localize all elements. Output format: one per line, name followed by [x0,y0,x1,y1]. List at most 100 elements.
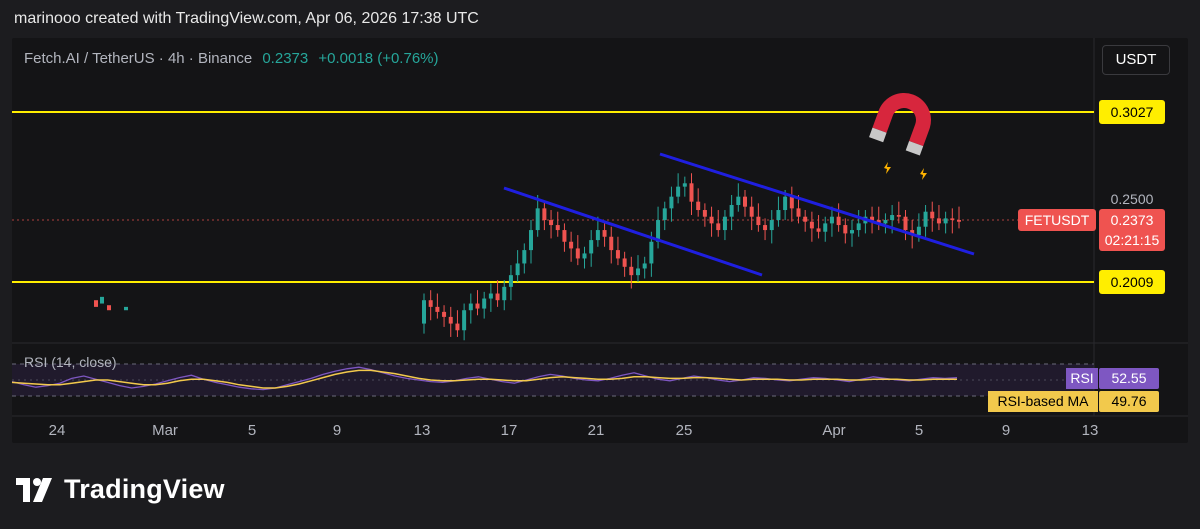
candle [709,216,714,224]
candle [829,216,834,224]
candle [883,220,888,224]
svg-text:RSI: RSI [1070,370,1093,386]
x-tick-label: 5 [248,422,256,439]
tradingview-footer: TradingView [16,474,225,505]
candle [549,220,554,226]
label-upper-level: 0.3027 [1099,100,1165,124]
candle [495,293,500,301]
x-axis: 24 Mar 5 9 13 17 21 25 Apr 5 9 13 [49,422,1099,439]
candle [615,250,620,259]
candle [468,303,473,311]
svg-text:FETUSDT: FETUSDT [1025,212,1090,228]
svg-text:0.3027: 0.3027 [1111,104,1154,120]
rsi-ma-value-label: RSI-based MA 49.76 [988,391,1159,412]
candle [602,230,607,237]
candle [896,215,901,217]
tradingview-logo-icon [16,477,52,502]
x-tick-label: 21 [588,422,605,439]
candle [903,216,908,231]
candle [803,216,808,222]
candle [689,183,694,202]
svg-text:52.55: 52.55 [1111,370,1146,386]
candle [94,300,98,307]
x-tick-label: 25 [676,422,693,439]
candle [455,323,460,331]
candle [515,263,520,276]
candle [809,221,814,229]
candle [743,196,747,207]
candle [428,300,433,307]
candle [609,236,614,251]
candle [722,216,727,231]
candle [850,230,854,234]
candle [696,201,701,211]
x-tick-label: 24 [49,422,66,439]
candle [936,218,941,224]
candle [448,316,453,324]
x-tick-label: 9 [1002,422,1010,439]
candle [582,253,587,259]
candle [629,266,634,276]
candle [562,230,567,242]
candle [435,306,440,312]
candle [669,196,674,209]
svg-text:0.2373: 0.2373 [1111,212,1154,228]
symbol-name: Fetch.AI / TetherUS · 4h · Binance [24,50,253,67]
candle [916,226,921,236]
candle [422,300,426,324]
candle [816,228,821,232]
symbol-legend: Fetch.AI / TetherUS · 4h · Binance 0.237… [24,50,439,67]
candle [930,211,935,219]
candles-group [94,173,961,341]
candle [729,205,734,217]
candle [950,218,955,221]
x-tick-label: 17 [501,422,518,439]
rsi-value-label: RSI 52.55 [1066,368,1159,389]
candle [535,208,540,231]
candle [796,208,801,217]
candle [462,310,467,331]
currency-button[interactable]: USDT [1102,45,1170,75]
label-ticker: FETUSDT [1018,209,1096,231]
candle [763,225,768,231]
candle [569,241,574,249]
candle [957,220,961,222]
candle [502,286,507,301]
x-tick-label: 13 [414,422,431,439]
svg-text:02:21:15: 02:21:15 [1105,232,1160,248]
candle [823,223,828,232]
candle [843,225,848,234]
candle [662,208,667,221]
tick-label-0250: 0.2500 [1111,191,1154,207]
candle [124,306,128,311]
trend-line-lower-channel[interactable] [503,186,763,277]
candle [749,206,754,217]
candle [756,216,761,226]
candle [890,215,895,221]
candle [702,210,707,217]
candle [649,241,654,264]
label-lower-level: 0.2009 [1099,270,1165,294]
x-tick-label: Mar [152,422,178,439]
x-tick-label: Apr [822,422,845,439]
candle [923,211,928,227]
candle [508,275,513,287]
magnet-icon [869,93,931,180]
chart-panel[interactable]: RSI (14, close) 0.3027 0.2500 FETUSDT 0.… [12,38,1188,443]
rsi-title: RSI (14, close) [24,354,117,370]
svg-text:RSI-based MA: RSI-based MA [997,393,1089,409]
trend-line-upper-channel[interactable] [659,152,975,256]
candle [736,196,741,206]
candle [589,240,594,254]
candle [595,230,600,241]
candle [622,258,627,267]
candle [482,298,487,309]
candle [776,210,781,221]
candle [442,311,447,317]
candle [107,305,111,311]
candle [642,263,647,269]
svg-text:49.76: 49.76 [1111,393,1146,409]
x-tick-label: 5 [915,422,923,439]
candle [488,293,493,299]
price-chart[interactable]: RSI (14, close) 0.3027 0.2500 FETUSDT 0.… [12,38,1188,443]
